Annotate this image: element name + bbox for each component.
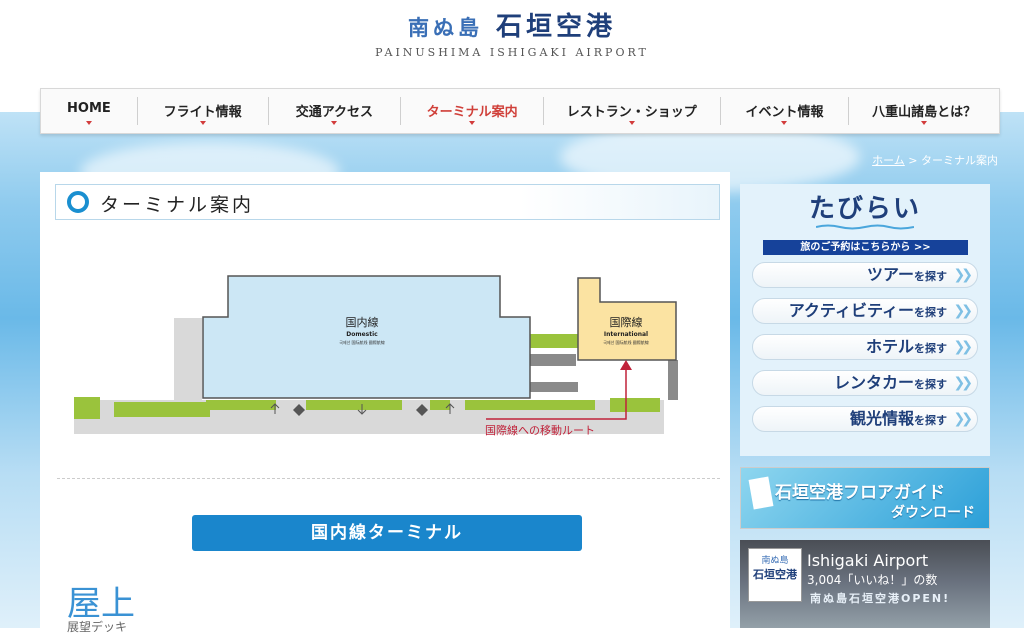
search-tour-button[interactable]: ツアーを探す ❯❯ (752, 262, 978, 288)
logo-english: PAINUSHIMA ISHIGAKI AIRPORT (375, 46, 649, 59)
floor-subtitle: 展望デッキ (67, 620, 128, 634)
search-hotel-label: ホテル (865, 337, 914, 356)
tabirai-tagline[interactable]: 旅のご予約はこちらから >> (763, 240, 968, 255)
double-chevron-icon: ❯❯ (953, 339, 974, 355)
search-rentacar-label: レンタカー (833, 373, 914, 392)
logo-name: 石垣空港 (496, 12, 617, 42)
breadcrumb: ホーム > ターミナル案内 (872, 152, 998, 168)
intl-label: 国際線 (610, 315, 643, 329)
double-chevron-icon: ❯❯ (953, 411, 974, 427)
facebook-page-avatar[interactable]: 南ぬ島 石垣空港 (748, 548, 802, 602)
logo-prefix: 南ぬ島 (407, 15, 483, 40)
search-hotel-button[interactable]: ホテルを探す ❯❯ (752, 334, 978, 360)
document-icon (748, 476, 774, 510)
floor-guide-download: ダウンロード (891, 505, 975, 521)
domestic-en-label: Domestic (346, 331, 378, 338)
domestic-terminal-button[interactable]: 国内線ターミナル (192, 515, 582, 551)
double-chevron-icon: ❯❯ (953, 375, 974, 391)
tabirai-banner: たびらい 旅のご予約はこちらから >> ツアーを探す ❯❯ アクティビティーを探… (740, 184, 990, 456)
breadcrumb-separator: > (908, 154, 918, 167)
breadcrumb-current: ターミナル案内 (921, 154, 998, 167)
nav-access[interactable]: 交通アクセス (269, 89, 401, 133)
page-title: ターミナル案内 (100, 194, 255, 216)
facebook-widget[interactable]: 南ぬ島 石垣空港 Ishigaki Airport 3,004「いいね！」の数 … (740, 540, 990, 628)
search-rentacar-button[interactable]: レンタカーを探す ❯❯ (752, 370, 978, 396)
nav-events[interactable]: イベント情報 (721, 89, 849, 133)
nav-flight-info[interactable]: フライト情報 (138, 89, 268, 133)
nav-terminal-guide[interactable]: ターミナル案内 (401, 89, 543, 133)
domestic-label: 国内線 (346, 315, 379, 329)
search-activity-label: アクティビティー (788, 301, 914, 320)
domestic-sub-label: 국제선 国际航线 國際航線 (339, 339, 385, 345)
global-nav: HOME フライト情報 交通アクセス ターミナル案内 レストラン・ショップ イベ… (40, 88, 1000, 134)
main-content: ターミナル案内 国内線 Domestic 국제선 国际航线 國際航線 国際線 I… (40, 172, 730, 634)
intl-en-label: International (604, 331, 648, 338)
wave-icon (816, 224, 914, 230)
nav-home[interactable]: HOME (41, 89, 137, 133)
nav-restaurant-shop[interactable]: レストラン・ショップ (544, 89, 720, 133)
facebook-page-name[interactable]: Ishigaki Airport (807, 551, 928, 570)
page-title-bar: ターミナル案内 (55, 184, 720, 220)
site-logo[interactable]: 南ぬ島 石垣空港 PAINUSHIMA ISHIGAKI AIRPORT (0, 6, 1024, 59)
search-sightseeing-label: 観光情報 (849, 409, 914, 428)
double-chevron-icon: ❯❯ (953, 303, 974, 319)
nav-yaeyama[interactable]: 八重山諸島とは？ (849, 89, 999, 133)
facebook-like-count: 3,004「いいね！」の数 (807, 573, 938, 587)
intl-sub-label: 국제선 国际航线 國際航線 (603, 339, 649, 345)
breadcrumb-home-link[interactable]: ホーム (872, 154, 905, 167)
facebook-cover-text: 南ぬ島石垣空港OPEN! (810, 592, 951, 605)
terminal-map: 国内線 Domestic 국제선 国际航线 國際航線 国際線 Internati… (74, 275, 678, 437)
route-label: 国際線への移動ルート (485, 423, 595, 437)
circle-icon (67, 191, 89, 213)
divider (57, 478, 720, 479)
search-tour-label: ツアー (866, 265, 914, 284)
tabirai-logo[interactable]: たびらい (740, 188, 990, 225)
double-chevron-icon: ❯❯ (953, 267, 974, 283)
floor-guide-download-banner[interactable]: 石垣空港フロアガイド ダウンロード (740, 467, 990, 529)
search-sightseeing-button[interactable]: 観光情報を探す ❯❯ (752, 406, 978, 432)
search-activity-button[interactable]: アクティビティーを探す ❯❯ (752, 298, 978, 324)
floor-guide-title: 石垣空港フロアガイド (775, 483, 945, 503)
